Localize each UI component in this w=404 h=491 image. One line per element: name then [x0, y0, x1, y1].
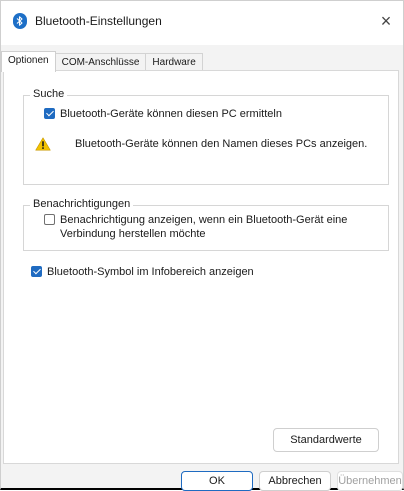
- cancel-button[interactable]: Abbrechen: [259, 471, 331, 491]
- ok-button[interactable]: OK: [181, 471, 253, 491]
- notify-checkbox-label: Benachrichtigung anzeigen, wenn ein Blue…: [60, 213, 347, 241]
- warning-text: Bluetooth-Geräte können den Namen dieses…: [75, 138, 368, 150]
- notify-label-line2: Verbindung herstellen möchte: [60, 228, 206, 240]
- notifications-group-legend: Benachrichtigungen: [30, 198, 134, 210]
- apply-button[interactable]: Übernehmen: [337, 471, 403, 491]
- tab-bar: Optionen COM-Anschlüsse Hardware: [1, 51, 203, 72]
- search-group-legend: Suche: [30, 88, 68, 100]
- close-button[interactable]: ×: [375, 10, 397, 32]
- warning-icon: [35, 137, 51, 151]
- notify-label-line1: Benachrichtigung anzeigen, wenn ein Blue…: [60, 214, 348, 226]
- discover-checkbox-label: Bluetooth-Geräte können diesen PC ermitt…: [60, 108, 282, 120]
- title-bar: Bluetooth-Einstellungen ×: [1, 1, 403, 45]
- close-icon: ×: [380, 10, 392, 31]
- bluetooth-icon: [13, 13, 27, 29]
- discover-checkbox-row[interactable]: Bluetooth-Geräte können diesen PC ermitt…: [44, 107, 282, 121]
- discover-checkbox[interactable]: [44, 108, 55, 119]
- bluetooth-settings-dialog: Bluetooth-Einstellungen × Optionen COM-A…: [0, 0, 404, 491]
- window-title: Bluetooth-Einstellungen: [35, 14, 162, 28]
- tab-optionen[interactable]: Optionen: [1, 51, 56, 72]
- tray-checkbox-row[interactable]: Bluetooth-Symbol im Infobereich anzeigen: [31, 265, 254, 279]
- tray-checkbox[interactable]: [31, 266, 42, 277]
- defaults-button[interactable]: Standardwerte: [273, 428, 379, 452]
- notify-checkbox-row[interactable]: Benachrichtigung anzeigen, wenn ein Blue…: [44, 213, 347, 241]
- notify-checkbox[interactable]: [44, 214, 55, 225]
- tray-checkbox-label: Bluetooth-Symbol im Infobereich anzeigen: [47, 266, 254, 278]
